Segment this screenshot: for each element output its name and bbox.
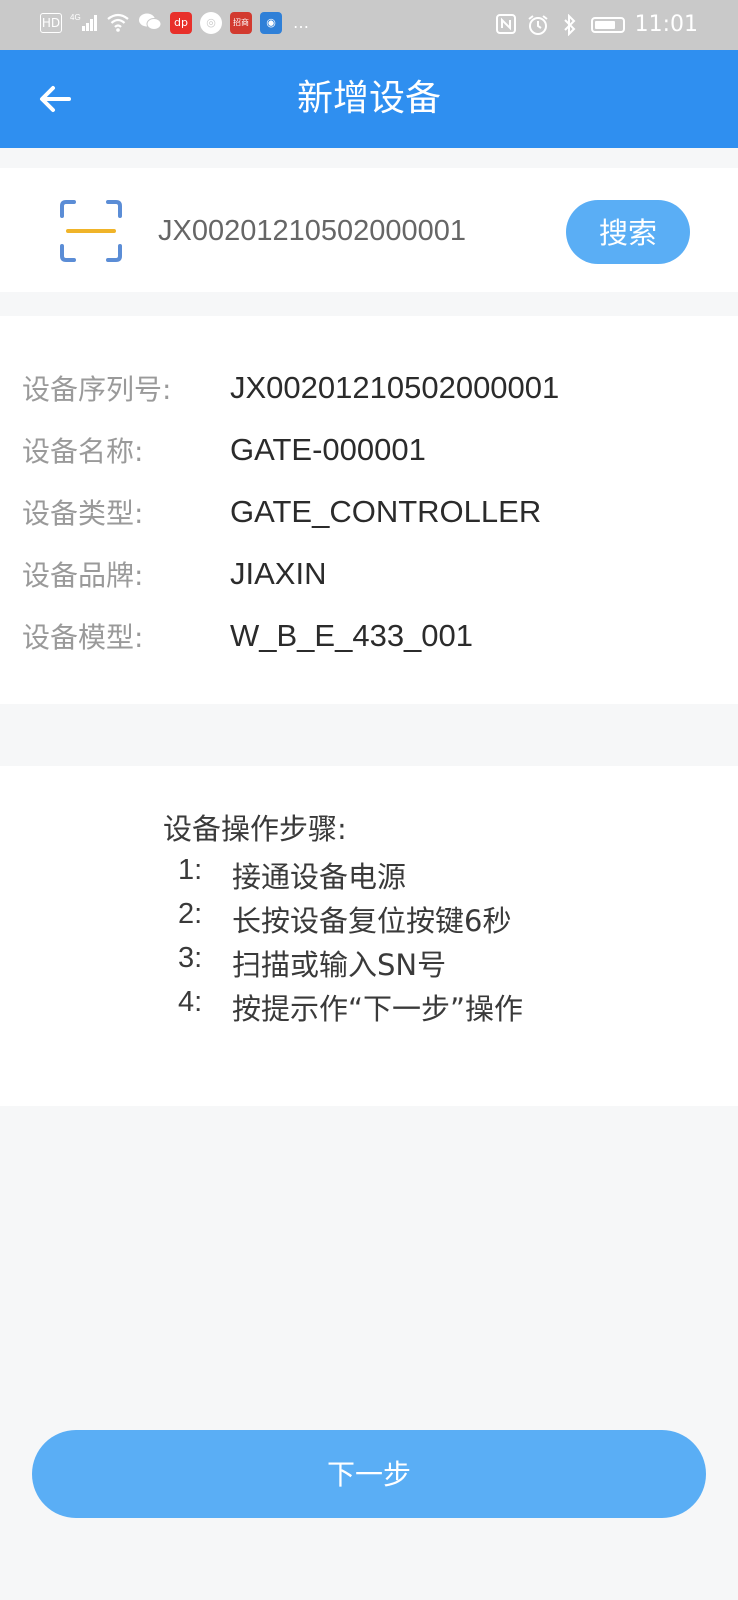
status-time: 11:01 [634, 12, 698, 37]
info-label: 设备品牌: [22, 559, 144, 592]
info-value: W_B_E_433_001 [230, 618, 474, 653]
steps-card: 设备操作步骤: 1: 接通设备电源 2: 长按设备复位按键6秒 3: 扫描或输入… [0, 766, 738, 1106]
alarm-icon [527, 14, 549, 36]
step-text: 长按设备复位按键6秒 [232, 904, 512, 938]
step-text: 接通设备电源 [232, 860, 407, 894]
wechat-icon [138, 12, 162, 34]
info-value: JX00201210502000001 [230, 370, 560, 405]
step-text: 扫描或输入SN号 [232, 948, 447, 982]
more-notifications-icon: … [293, 13, 309, 32]
search-button[interactable]: 搜索 [566, 200, 690, 264]
info-value: JIAXIN [230, 556, 327, 591]
svg-text:4G: 4G [70, 13, 81, 22]
info-row-model: 设备模型: W_B_E_433_001 [22, 614, 473, 658]
status-right-icons: 11:01 [495, 12, 698, 37]
device-info-card: 设备序列号: JX00201210502000001 设备名称: GATE-00… [0, 316, 738, 704]
info-value: GATE_CONTROLLER [230, 494, 542, 529]
page-title: 新增设备 [296, 78, 441, 119]
step-text: 按提示作“下一步”操作 [232, 992, 524, 1026]
step-item: 4: 按提示作“下一步”操作 [178, 986, 523, 1028]
step-number: 4: [178, 986, 203, 1018]
search-card: 搜索 [0, 168, 738, 292]
app-red-icon: dp [170, 12, 192, 34]
info-row-type: 设备类型: GATE_CONTROLLER [22, 490, 541, 534]
info-label: 设备序列号: [22, 373, 172, 406]
arrow-left-icon [40, 86, 71, 112]
info-label: 设备类型: [22, 497, 144, 530]
info-value: GATE-000001 [230, 432, 426, 467]
next-step-button[interactable]: 下一步 [32, 1430, 706, 1518]
signal-icon: 4G [70, 12, 98, 34]
app-red2-icon: 招商 [230, 12, 252, 34]
step-item: 1: 接通设备电源 [178, 854, 406, 896]
bluetooth-icon [559, 13, 581, 36]
nfc-icon [495, 13, 517, 36]
info-row-name: 设备名称: GATE-000001 [22, 428, 426, 472]
status-bar: HD 4G dp ◎ 招商 ◉ … 11:01 [0, 0, 738, 50]
step-item: 2: 长按设备复位按键6秒 [178, 898, 511, 940]
hd-icon: HD [40, 13, 62, 33]
step-number: 3: [178, 942, 203, 974]
app-blue-icon: ◉ [260, 12, 282, 34]
step-number: 1: [178, 854, 203, 886]
scan-icon[interactable] [60, 200, 122, 262]
status-left-icons: HD 4G dp ◎ 招商 ◉ … [40, 12, 312, 34]
step-number: 2: [178, 898, 203, 930]
info-label: 设备名称: [22, 435, 144, 468]
back-button[interactable] [30, 74, 80, 124]
app-circle-icon: ◎ [200, 12, 222, 34]
sn-input[interactable] [158, 204, 538, 258]
info-row-serial: 设备序列号: JX00201210502000001 [22, 366, 559, 410]
info-row-brand: 设备品牌: JIAXIN [22, 552, 326, 596]
step-item: 3: 扫描或输入SN号 [178, 942, 446, 984]
info-label: 设备模型: [22, 621, 144, 654]
battery-icon [590, 16, 625, 33]
app-bar: 新增设备 [0, 50, 738, 148]
steps-title: 设备操作步骤: [163, 812, 347, 846]
wifi-icon [106, 12, 130, 34]
